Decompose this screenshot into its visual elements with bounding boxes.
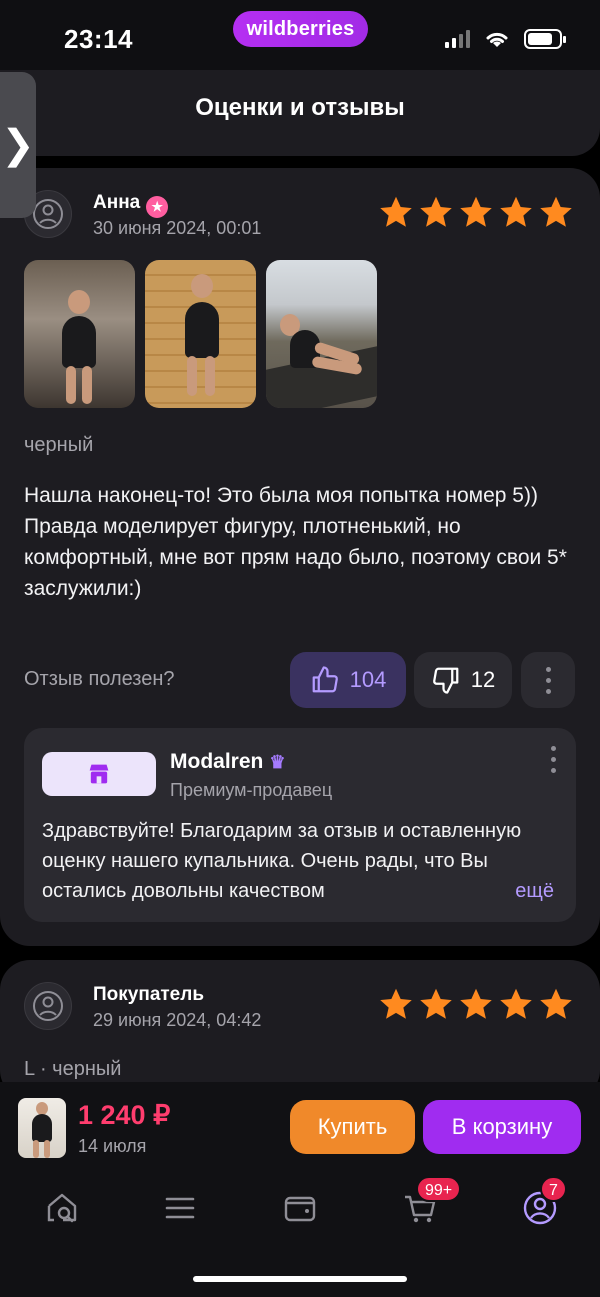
- seller-logo[interactable]: [42, 752, 156, 796]
- reply-text: Здравствуйте! Благодарим за отзыв и оста…: [42, 816, 554, 906]
- star-icon: [500, 196, 532, 227]
- star-icon: [500, 988, 532, 1019]
- home-indicator: [193, 1276, 407, 1282]
- dislike-button[interactable]: 12: [414, 652, 512, 708]
- star-icon: [380, 196, 412, 227]
- reply-text-body: Здравствуйте! Благодарим за отзыв и оста…: [42, 820, 522, 902]
- tab-catalog[interactable]: [158, 1186, 202, 1230]
- tab-home[interactable]: [40, 1186, 84, 1230]
- review-photo[interactable]: [145, 260, 256, 408]
- rating-stars: [378, 194, 574, 230]
- dislike-count: 12: [470, 667, 496, 692]
- brand-logo[interactable]: wildberries: [233, 11, 368, 47]
- add-to-cart-button[interactable]: В корзину: [423, 1100, 581, 1154]
- star-icon: [540, 988, 572, 1019]
- more-vertical-icon: [545, 666, 551, 694]
- chevron-right-icon: ❯: [1, 123, 35, 167]
- like-count: 104: [349, 667, 387, 692]
- review-date: 30 июня 2024, 00:01: [93, 218, 262, 238]
- show-more-link[interactable]: ещё: [485, 876, 554, 906]
- tab-profile[interactable]: 7: [518, 1176, 567, 1230]
- review-variant: L · черный: [24, 1058, 122, 1080]
- review-card: Анна ★ 30 июня 2024, 00:01 черный Нашла …: [0, 168, 600, 946]
- home-search-icon: [47, 1193, 77, 1223]
- tab-bar: 99+ 7: [0, 1176, 600, 1238]
- avatar: [24, 982, 72, 1030]
- profile-badge: 7: [540, 1176, 567, 1202]
- star-badge-icon: ★: [146, 196, 169, 218]
- star-icon: [540, 196, 572, 227]
- review-photos: [24, 260, 377, 408]
- user-sad-icon: [33, 199, 63, 229]
- review-author: Анна ★: [93, 192, 169, 218]
- review-photo[interactable]: [266, 260, 377, 408]
- reply-more-button[interactable]: [551, 746, 556, 773]
- buy-bar: 1 240 ₽ 14 июля Купить В корзину 99+ 7: [0, 1082, 600, 1297]
- star-icon: [420, 988, 452, 1019]
- page-header: ‹ Оценки и отзывы: [0, 70, 600, 156]
- review-author-name: Анна: [93, 192, 141, 213]
- page-title: Оценки и отзывы: [195, 94, 405, 121]
- helpful-label: Отзыв полезен?: [24, 668, 175, 690]
- seller-type: Премиум-продавец: [170, 780, 333, 800]
- crown-icon: ♛: [269, 752, 286, 772]
- star-icon: [420, 196, 452, 227]
- wifi-icon: [486, 32, 508, 47]
- review-photo[interactable]: [24, 260, 135, 408]
- cart-badge: 99+: [416, 1176, 462, 1202]
- menu-icon: [165, 1197, 195, 1219]
- delivery-date: 14 июля: [78, 1136, 147, 1156]
- tab-cart[interactable]: 99+: [398, 1176, 462, 1230]
- star-icon: [460, 988, 492, 1019]
- review-text-body: Нашла наконец-то! Это была моя попытка н…: [24, 484, 567, 600]
- seller-name[interactable]: Modalren ♛: [170, 750, 285, 774]
- battery-icon: [524, 29, 566, 49]
- product-price: 1 240 ₽: [78, 1100, 171, 1130]
- review-card: Покупатель 29 июня 2024, 04:42 L · черны…: [0, 960, 600, 1100]
- rating-stars: [378, 986, 574, 1022]
- buy-button[interactable]: Купить: [290, 1100, 415, 1154]
- thumbs-up-icon: [312, 666, 338, 693]
- side-panel-handle[interactable]: ❯: [0, 72, 36, 218]
- seller-name-text: Modalren: [170, 750, 264, 773]
- wallet-icon: [284, 1196, 316, 1222]
- tab-wallet[interactable]: [278, 1186, 322, 1230]
- star-icon: [460, 196, 492, 227]
- signal-icon: [445, 30, 470, 48]
- status-time: 23:14: [64, 24, 133, 54]
- review-variant: черный: [24, 434, 94, 456]
- status-icons: [445, 29, 566, 49]
- review-author: Покупатель: [93, 984, 205, 1005]
- shop-icon: [89, 764, 109, 784]
- like-button[interactable]: 104: [290, 652, 406, 708]
- star-icon: [380, 988, 412, 1019]
- review-more-button[interactable]: [521, 652, 575, 708]
- product-thumbnail[interactable]: [18, 1098, 66, 1158]
- seller-reply: Modalren ♛ Премиум-продавец Здравствуйте!…: [24, 728, 576, 922]
- more-vertical-icon: [551, 746, 556, 773]
- review-date: 29 июня 2024, 04:42: [93, 1010, 262, 1030]
- user-sad-icon: [33, 991, 63, 1021]
- thumbs-down-icon: [432, 667, 459, 694]
- status-bar: 23:14 wildberries: [0, 0, 600, 70]
- review-text: Нашла наконец-то! Это была моя попытка н…: [24, 480, 576, 604]
